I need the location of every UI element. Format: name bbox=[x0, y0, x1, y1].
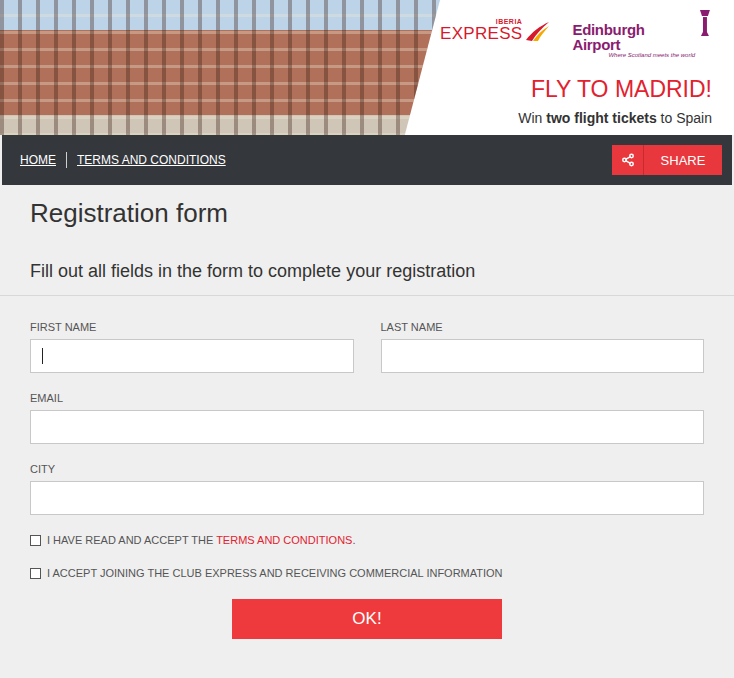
logos: IBERIAEXPRESS Edinburgh AirportWhere Scot… bbox=[440, 8, 712, 59]
airport-wordmark: Edinburgh AirportWhere Scotland meets th… bbox=[572, 8, 695, 59]
checkbox-list: I HAVE READ AND ACCEPT THE TERMS AND CON… bbox=[30, 533, 704, 580]
share-label: SHARE bbox=[644, 145, 722, 175]
text-input[interactable] bbox=[30, 410, 704, 444]
field-label: FIRST NAME bbox=[30, 320, 354, 335]
text-input[interactable] bbox=[30, 339, 354, 373]
field-label: LAST NAME bbox=[381, 320, 705, 335]
text-caret bbox=[42, 348, 43, 364]
edinburgh-airport-logo: Edinburgh AirportWhere Scotland meets th… bbox=[572, 8, 712, 59]
checkbox-row[interactable]: I HAVE READ AND ACCEPT THE TERMS AND CON… bbox=[30, 533, 704, 547]
form-field: LAST NAME bbox=[381, 320, 705, 373]
iberia-top-text: IBERIA bbox=[496, 18, 523, 25]
form-subtitle: Fill out all fields in the form to compl… bbox=[30, 259, 704, 283]
form-title: Registration form bbox=[30, 197, 704, 229]
form-header: Registration form Fill out all fields in … bbox=[0, 185, 734, 296]
checkbox-row[interactable]: I ACCEPT JOINING THE CLUB EXPRESS AND RE… bbox=[30, 566, 704, 580]
nav-link[interactable]: HOME bbox=[20, 152, 67, 168]
input-wrap bbox=[30, 410, 704, 444]
checkbox-label: I HAVE READ AND ACCEPT THE TERMS AND CON… bbox=[47, 533, 355, 547]
terms-link[interactable]: TERMS AND CONDITIONS bbox=[216, 534, 352, 546]
share-icon-box bbox=[612, 145, 644, 175]
nav-link[interactable]: TERMS AND CONDITIONS bbox=[67, 152, 226, 168]
field-grid: FIRST NAME LAST NAME EMAIL CITY bbox=[30, 320, 704, 515]
text-input[interactable] bbox=[381, 339, 705, 373]
airport-name: Edinburgh Airport bbox=[572, 22, 695, 52]
share-button[interactable]: SHARE bbox=[612, 145, 722, 175]
share-icon bbox=[621, 153, 635, 167]
iberia-wordmark: IBERIAEXPRESS bbox=[440, 18, 522, 42]
page: IBERIAEXPRESS Edinburgh AirportWhere Scot… bbox=[0, 0, 734, 678]
nav-links: HOMETERMS AND CONDITIONS bbox=[20, 152, 226, 168]
text-input[interactable] bbox=[30, 481, 704, 515]
airport-tagline: Where Scotland meets the world bbox=[608, 52, 695, 59]
nav-bar: HOMETERMS AND CONDITIONS SHARE bbox=[2, 135, 732, 185]
input-wrap bbox=[381, 339, 705, 373]
iberia-swoosh-icon bbox=[524, 20, 550, 42]
checkbox-label: I ACCEPT JOINING THE CLUB EXPRESS AND RE… bbox=[47, 566, 503, 580]
headline: FLY TO MADRID! bbox=[531, 75, 712, 103]
submit-button[interactable]: OK! bbox=[232, 599, 502, 639]
control-tower-icon bbox=[698, 8, 712, 38]
banner-photo bbox=[0, 0, 440, 135]
iberia-express-logo: IBERIAEXPRESS bbox=[440, 8, 550, 42]
input-wrap bbox=[30, 481, 704, 515]
banner: IBERIAEXPRESS Edinburgh AirportWhere Scot… bbox=[0, 0, 734, 135]
checkbox[interactable] bbox=[30, 568, 41, 579]
registration-form: FIRST NAME LAST NAME EMAIL CITY I HAVE READ … bbox=[0, 296, 734, 659]
form-field: EMAIL bbox=[30, 391, 704, 444]
subline: Win two flight tickets to Spain bbox=[518, 109, 712, 127]
banner-promo: IBERIAEXPRESS Edinburgh AirportWhere Scot… bbox=[440, 0, 734, 135]
iberia-main-text: EXPRESS bbox=[440, 25, 522, 42]
form-field: CITY bbox=[30, 462, 704, 515]
form-field: FIRST NAME bbox=[30, 320, 354, 373]
field-label: EMAIL bbox=[30, 391, 704, 406]
input-wrap bbox=[30, 339, 354, 373]
checkbox[interactable] bbox=[30, 535, 41, 546]
field-label: CITY bbox=[30, 462, 704, 477]
